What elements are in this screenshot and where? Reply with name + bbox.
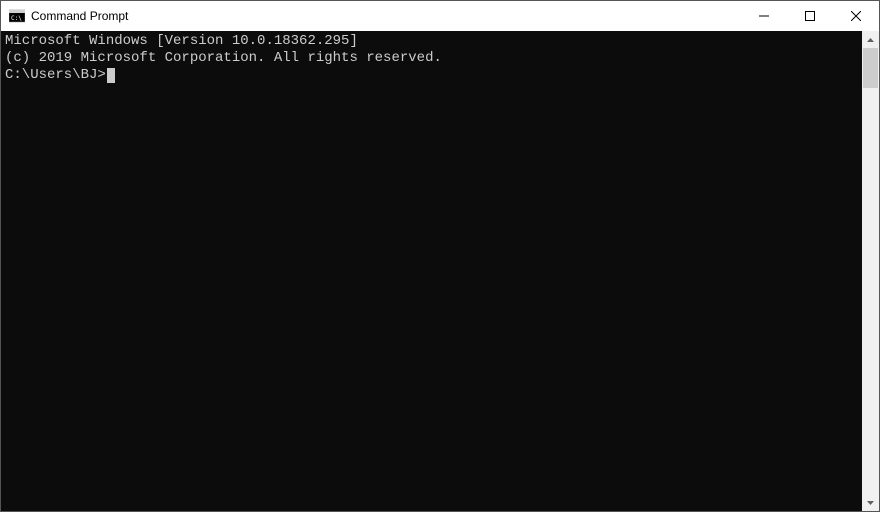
prompt-text: C:\Users\BJ> xyxy=(5,67,106,83)
terminal-output[interactable]: Microsoft Windows [Version 10.0.18362.29… xyxy=(1,31,862,511)
cursor xyxy=(107,68,115,83)
minimize-button[interactable] xyxy=(741,1,787,31)
maximize-button[interactable] xyxy=(787,1,833,31)
command-prompt-window: C:\ Command Prompt Microsoft Windows [Ve… xyxy=(0,0,880,512)
vertical-scrollbar[interactable] xyxy=(862,31,879,511)
scroll-up-button[interactable] xyxy=(862,31,879,48)
window-title: Command Prompt xyxy=(31,9,128,23)
content-area: Microsoft Windows [Version 10.0.18362.29… xyxy=(1,31,879,511)
titlebar[interactable]: C:\ Command Prompt xyxy=(1,1,879,31)
scroll-down-button[interactable] xyxy=(862,494,879,511)
terminal-line: (c) 2019 Microsoft Corporation. All righ… xyxy=(5,50,862,67)
svg-text:C:\: C:\ xyxy=(11,15,22,22)
scrollbar-thumb[interactable] xyxy=(863,48,878,88)
terminal-prompt-line: C:\Users\BJ> xyxy=(5,67,862,84)
scrollbar-track[interactable] xyxy=(862,48,879,494)
terminal-line: Microsoft Windows [Version 10.0.18362.29… xyxy=(5,33,862,50)
cmd-icon: C:\ xyxy=(9,8,25,24)
close-button[interactable] xyxy=(833,1,879,31)
